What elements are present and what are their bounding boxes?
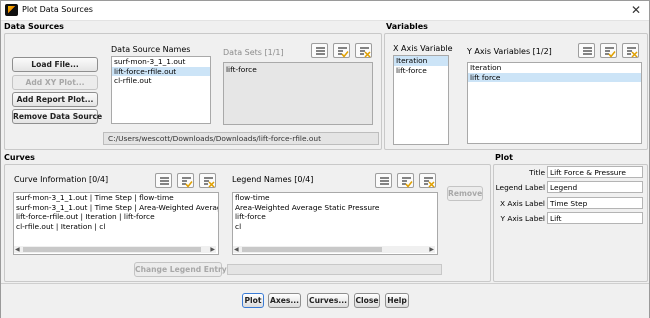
x-axis-variable-label: X Axis Variable <box>393 44 453 53</box>
add-report-plot-button[interactable]: Add Report Plot... <box>12 92 98 107</box>
check-selected-icon[interactable] <box>600 43 617 58</box>
y-axis-label-input[interactable]: Lift <box>547 212 643 224</box>
select-all-icon[interactable] <box>578 43 595 58</box>
curve-information-label: Curve Information [0/4] <box>14 175 109 184</box>
data-sources-title: Data Sources <box>4 22 64 31</box>
title-bar: Plot Data Sources ✕ <box>1 1 649 21</box>
title-label: Title <box>529 168 545 177</box>
deselect-all-icon[interactable] <box>622 43 639 58</box>
list-item[interactable]: surf-mon-3_1_1.out <box>112 57 210 67</box>
x-axis-variable-list[interactable]: Iteration lift-force <box>393 55 449 145</box>
legend-label-label: Legend Label <box>495 183 545 192</box>
list-item[interactable]: Iteration <box>394 56 448 66</box>
list-item[interactable]: Iteration <box>468 63 641 73</box>
list-item[interactable]: lift-force <box>224 63 372 75</box>
list-item[interactable]: lift-force-rfile.out | Iteration | lift-… <box>14 212 218 222</box>
list-item[interactable]: surf-mon-3_1_1.out | Time Step | Area-We… <box>14 203 218 213</box>
axes-button[interactable]: Axes... <box>268 293 301 308</box>
legend-names-list[interactable]: flow-time Area-Weighted Average Static P… <box>232 192 438 255</box>
scrollbar-thumb[interactable] <box>242 247 382 252</box>
legend-label-input[interactable]: Legend <box>547 181 643 193</box>
plot-title: Plot <box>495 153 513 162</box>
list-item[interactable]: surf-mon-3_1_1.out | Time Step | flow-ti… <box>14 193 218 203</box>
list-item[interactable]: cl-rfile.out <box>112 76 210 86</box>
dialog-footer: Plot Axes... Curves... Close Help <box>1 283 649 318</box>
list-item[interactable]: cl <box>233 222 437 232</box>
data-source-path: C:/Users/wescott/Downloads/Downloads/lif… <box>103 132 379 145</box>
curves-title: Curves <box>4 153 35 162</box>
x-axis-label-input[interactable]: Time Step <box>547 197 643 209</box>
select-all-icon[interactable] <box>311 43 328 58</box>
data-source-names-list[interactable]: surf-mon-3_1_1.out lift-force-rfile.out … <box>111 56 211 124</box>
curves-button[interactable]: Curves... <box>307 293 349 308</box>
list-item[interactable]: flow-time <box>233 193 437 203</box>
scroll-right-icon[interactable]: ▶ <box>210 246 215 253</box>
x-axis-label-label: X Axis Label <box>499 199 545 208</box>
data-source-names-label: Data Source Names <box>111 45 191 54</box>
y-axis-variables-list[interactable]: Iteration lift force <box>467 62 642 144</box>
y-axis-variables-label: Y Axis Variables [1/2] <box>467 47 552 56</box>
check-selected-icon[interactable] <box>333 43 350 58</box>
deselect-all-icon[interactable] <box>199 173 216 188</box>
curve-information-list[interactable]: surf-mon-3_1_1.out | Time Step | flow-ti… <box>13 192 219 255</box>
deselect-all-icon[interactable] <box>355 43 372 58</box>
change-legend-entry-button[interactable]: Change Legend Entry <box>134 262 227 277</box>
select-all-icon[interactable] <box>375 173 392 188</box>
list-item[interactable]: lift force <box>468 72 641 83</box>
data-sets-list[interactable]: lift-force <box>223 62 373 125</box>
deselect-all-icon[interactable] <box>419 173 436 188</box>
data-sets-label: Data Sets [1/1] <box>223 48 284 57</box>
scroll-left-icon[interactable]: ◀ <box>15 246 20 253</box>
list-item[interactable]: lift-force-rfile.out <box>112 66 210 77</box>
scroll-right-icon[interactable]: ▶ <box>429 246 434 253</box>
title-input[interactable]: Lift Force & Pressure <box>547 166 643 178</box>
list-item[interactable]: lift-force <box>394 66 448 76</box>
add-xy-plot-button[interactable]: Add XY Plot... <box>12 75 98 90</box>
load-file-button[interactable]: Load File... <box>12 57 98 72</box>
close-button[interactable]: Close <box>354 293 380 308</box>
fluent-app-icon <box>5 4 18 16</box>
plot-data-sources-dialog: Plot Data Sources ✕ Data Sources Load Fi… <box>0 0 650 318</box>
close-icon[interactable]: ✕ <box>631 3 641 17</box>
legend-entry-field[interactable] <box>227 264 442 275</box>
legend-names-scrollbar[interactable]: ◀ ▶ <box>233 246 435 253</box>
variables-title: Variables <box>386 22 428 31</box>
check-selected-icon[interactable] <box>397 173 414 188</box>
list-item[interactable]: cl-rfile.out | Iteration | cl <box>14 222 218 232</box>
list-item[interactable]: lift-force <box>233 212 437 222</box>
window-title: Plot Data Sources <box>22 5 93 14</box>
remove-data-source-button[interactable]: Remove Data Source <box>12 109 102 124</box>
remove-button[interactable]: Remove <box>447 186 483 201</box>
curve-information-scrollbar[interactable]: ◀ ▶ <box>14 246 216 253</box>
y-axis-label-label: Y Axis Label <box>500 214 546 223</box>
help-button[interactable]: Help <box>385 293 409 308</box>
select-all-icon[interactable] <box>155 173 172 188</box>
scroll-left-icon[interactable]: ◀ <box>234 246 239 253</box>
check-selected-icon[interactable] <box>177 173 194 188</box>
scrollbar-thumb[interactable] <box>23 247 201 252</box>
legend-names-label: Legend Names [0/4] <box>232 175 314 184</box>
plot-button[interactable]: Plot <box>242 293 264 308</box>
list-item[interactable]: Area-Weighted Average Static Pressure <box>233 203 437 213</box>
